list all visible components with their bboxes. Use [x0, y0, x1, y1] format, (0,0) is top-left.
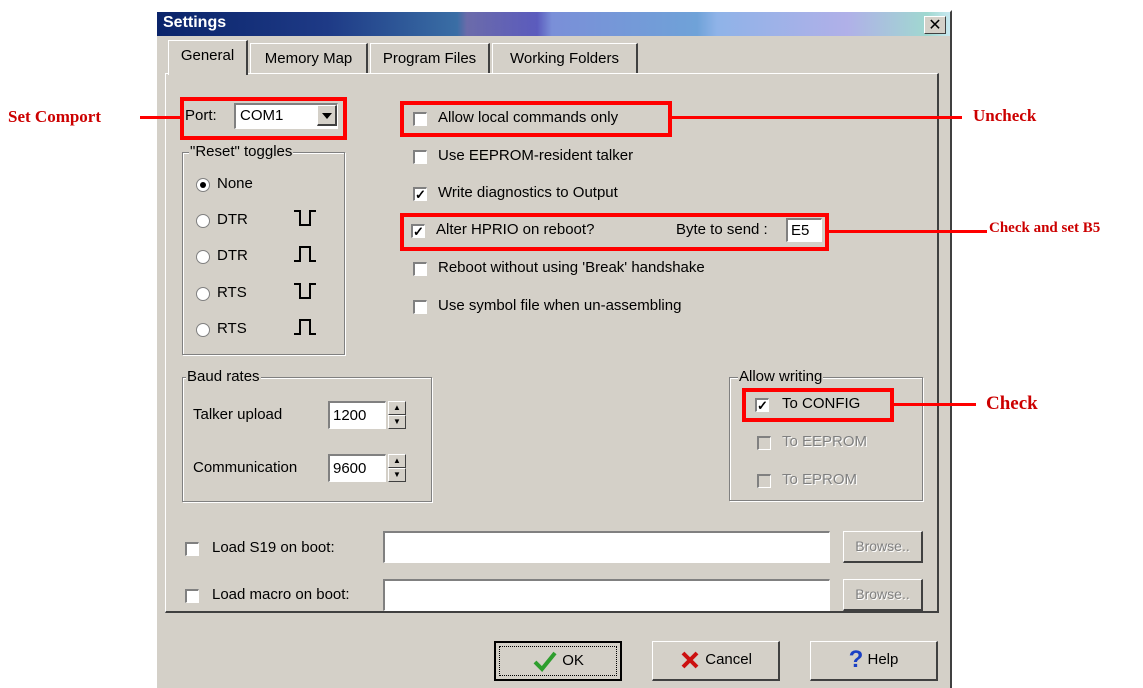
help-label: Help — [867, 651, 899, 668]
communication-spinner[interactable]: ▲ ▼ — [388, 454, 406, 482]
reset-rts-low-label: RTS — [217, 284, 247, 301]
pulse-low-icon — [294, 283, 316, 299]
reboot-without-break-checkbox[interactable] — [413, 262, 427, 276]
annotation-box-port — [180, 97, 347, 140]
annotation-box-local-commands — [400, 101, 672, 137]
annotation-line-config — [894, 403, 976, 406]
dialog-title: Settings — [163, 14, 227, 31]
annotation-line-uncheck — [672, 116, 962, 119]
tab-general[interactable]: General — [168, 40, 248, 75]
write-diagnostics-label: Write diagnostics to Output — [438, 184, 618, 201]
baud-rates-group — [182, 377, 432, 502]
pulse-low-icon — [294, 210, 316, 226]
title-bar — [157, 12, 950, 36]
to-eprom-label: To EPROM — [782, 471, 858, 488]
load-macro-label: Load macro on boot: — [212, 586, 350, 603]
reset-rts-low-radio[interactable] — [196, 287, 210, 301]
pulse-high-icon — [294, 319, 316, 335]
communication-input[interactable] — [328, 454, 386, 482]
allow-writing-label: Allow writing — [738, 368, 824, 385]
reset-rts-high-label: RTS — [217, 320, 247, 337]
to-eprom-checkbox[interactable] — [757, 474, 771, 488]
use-eeprom-talker-checkbox[interactable] — [413, 150, 427, 164]
annotation-line-hprio — [829, 230, 987, 233]
red-x-icon — [681, 651, 699, 669]
checkmark-icon — [533, 651, 557, 673]
use-symbol-file-label: Use symbol file when un-assembling — [438, 297, 682, 314]
reset-none-label: None — [217, 175, 253, 192]
annotation-set-comport: Set Comport — [8, 107, 102, 126]
reset-rts-high-radio[interactable] — [196, 323, 210, 337]
annotation-check: Check — [986, 393, 1038, 414]
use-symbol-file-checkbox[interactable] — [413, 300, 427, 314]
browse-s19-button[interactable]: Browse.. — [843, 531, 923, 563]
reset-toggles-label: "Reset" toggles — [189, 143, 294, 160]
ok-label: OK — [562, 652, 584, 669]
reset-dtr-high-radio[interactable] — [196, 250, 210, 264]
spin-down-icon[interactable]: ▼ — [388, 415, 406, 429]
write-diagnostics-checkbox[interactable]: ✓ — [413, 187, 427, 201]
spin-down-icon[interactable]: ▼ — [388, 468, 406, 482]
close-button[interactable]: ✕ — [924, 16, 946, 34]
load-s19-label: Load S19 on boot: — [212, 539, 335, 556]
reboot-without-break-label: Reboot without using 'Break' handshake — [438, 259, 705, 276]
ok-button[interactable]: OK — [494, 641, 622, 681]
reset-dtr-high-label: DTR — [217, 247, 248, 264]
use-eeprom-talker-label: Use EEPROM-resident talker — [438, 147, 634, 164]
communication-label: Communication — [193, 459, 298, 476]
talker-upload-spinner[interactable]: ▲ ▼ — [388, 401, 406, 429]
to-eeprom-checkbox[interactable] — [757, 436, 771, 450]
tab-working-folders[interactable]: Working Folders — [492, 43, 638, 73]
reset-dtr-low-radio[interactable] — [196, 214, 210, 228]
annotation-line-port — [140, 116, 180, 119]
to-eeprom-label: To EEPROM — [782, 433, 868, 450]
load-macro-input[interactable] — [383, 579, 830, 611]
talker-upload-input[interactable] — [328, 401, 386, 429]
load-s19-checkbox[interactable] — [185, 542, 199, 556]
annotation-box-hprio — [400, 213, 829, 251]
annotation-uncheck: Uncheck — [973, 106, 1037, 125]
spin-up-icon[interactable]: ▲ — [388, 454, 406, 468]
question-mark-icon: ? — [848, 646, 864, 674]
load-macro-checkbox[interactable] — [185, 589, 199, 603]
close-icon: ✕ — [928, 17, 942, 34]
reset-dtr-low-label: DTR — [217, 211, 248, 228]
annotation-check-and-set: Check and set B5 — [989, 220, 1101, 236]
help-button[interactable]: ? Help — [810, 641, 938, 681]
load-s19-input[interactable] — [383, 531, 830, 563]
talker-upload-label: Talker upload — [193, 406, 283, 423]
tab-memory-map[interactable]: Memory Map — [250, 43, 368, 73]
annotation-box-config — [742, 388, 894, 422]
browse-macro-button[interactable]: Browse.. — [843, 579, 923, 611]
reset-none-radio[interactable] — [196, 178, 210, 192]
cancel-label: Cancel — [705, 651, 752, 668]
spin-up-icon[interactable]: ▲ — [388, 401, 406, 415]
cancel-button[interactable]: Cancel — [652, 641, 780, 681]
pulse-high-icon — [294, 246, 316, 262]
tab-program-files[interactable]: Program Files — [370, 43, 490, 73]
baud-rates-label: Baud rates — [186, 368, 261, 385]
